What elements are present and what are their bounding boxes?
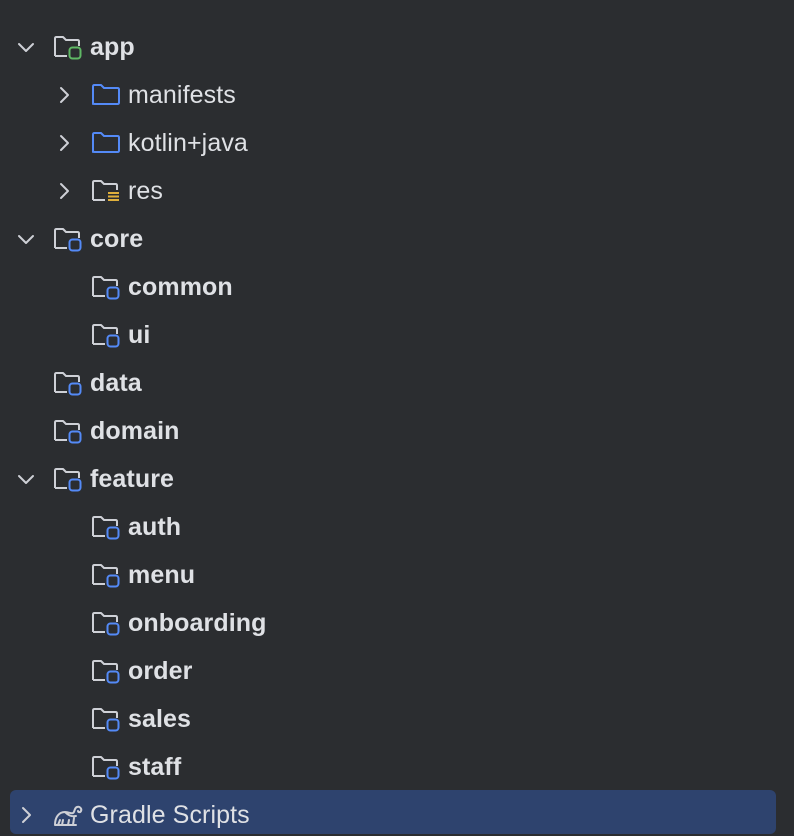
module-folder-icon [92, 276, 120, 300]
chevron-down-icon[interactable] [14, 467, 38, 491]
tree-item-res[interactable]: res [0, 167, 794, 215]
tree-item-onboarding[interactable]: onboarding [0, 599, 794, 647]
tree-item-label: core [90, 225, 144, 253]
module-folder-icon [92, 756, 120, 780]
tree-item-common[interactable]: common [0, 263, 794, 311]
project-tree: app manifests kotlin+java res core commo… [0, 0, 794, 836]
tree-item-label: app [90, 33, 135, 61]
module-folder-icon [54, 420, 82, 444]
tree-item-label: auth [128, 513, 182, 541]
tree-item-label: ui [128, 321, 151, 349]
tree-item-ui[interactable]: ui [0, 311, 794, 359]
tree-item-label: staff [128, 753, 182, 781]
tree-item-domain[interactable]: domain [0, 407, 794, 455]
tree-item-data[interactable]: data [0, 359, 794, 407]
tree-item-label: common [128, 273, 233, 301]
module-folder-icon [92, 612, 120, 636]
tree-item-label: manifests [128, 81, 236, 109]
tree-item-label: feature [90, 465, 175, 493]
gradle-elephant-icon [54, 805, 83, 826]
chevron-right-icon[interactable] [52, 179, 76, 203]
chevron-right-icon[interactable] [52, 83, 76, 107]
chevron-right-icon[interactable] [14, 803, 38, 827]
module-folder-green-icon [54, 36, 82, 60]
tree-item-label: Gradle Scripts [90, 801, 250, 829]
tree-item-manifests[interactable]: manifests [0, 71, 794, 119]
module-folder-icon [54, 468, 82, 492]
module-folder-icon [92, 708, 120, 732]
tree-item-auth[interactable]: auth [0, 503, 794, 551]
module-folder-icon [54, 372, 82, 396]
tree-item-staff[interactable]: staff [0, 743, 794, 791]
tree-item-app[interactable]: app [0, 23, 794, 71]
tree-item-gradle-scripts[interactable]: Gradle Scripts [0, 788, 794, 836]
tree-item-feature[interactable]: feature [0, 455, 794, 503]
tree-item-label: domain [90, 417, 180, 445]
tree-item-core[interactable]: core [0, 215, 794, 263]
source-folder-icon [92, 84, 120, 105]
chevron-down-icon[interactable] [14, 227, 38, 251]
tree-item-label: menu [128, 561, 196, 589]
tree-item-label: sales [128, 705, 192, 733]
module-folder-icon [54, 228, 82, 252]
module-folder-icon [92, 660, 120, 684]
tree-item-menu[interactable]: menu [0, 551, 794, 599]
tree-item-label: onboarding [128, 609, 267, 637]
tree-item-label: data [90, 369, 142, 397]
chevron-right-icon[interactable] [52, 131, 76, 155]
source-folder-icon [92, 132, 120, 153]
tree-item-label: res [128, 177, 164, 205]
module-folder-icon [92, 564, 120, 588]
tree-item-order[interactable]: order [0, 647, 794, 695]
module-folder-icon [92, 324, 120, 348]
tree-item-kotlin-java[interactable]: kotlin+java [0, 119, 794, 167]
chevron-down-icon[interactable] [14, 35, 38, 59]
resources-folder-icon [92, 180, 119, 201]
tree-item-sales[interactable]: sales [0, 695, 794, 743]
tree-item-label: kotlin+java [128, 129, 248, 157]
tree-item-label: order [128, 657, 193, 685]
module-folder-icon [92, 516, 120, 540]
